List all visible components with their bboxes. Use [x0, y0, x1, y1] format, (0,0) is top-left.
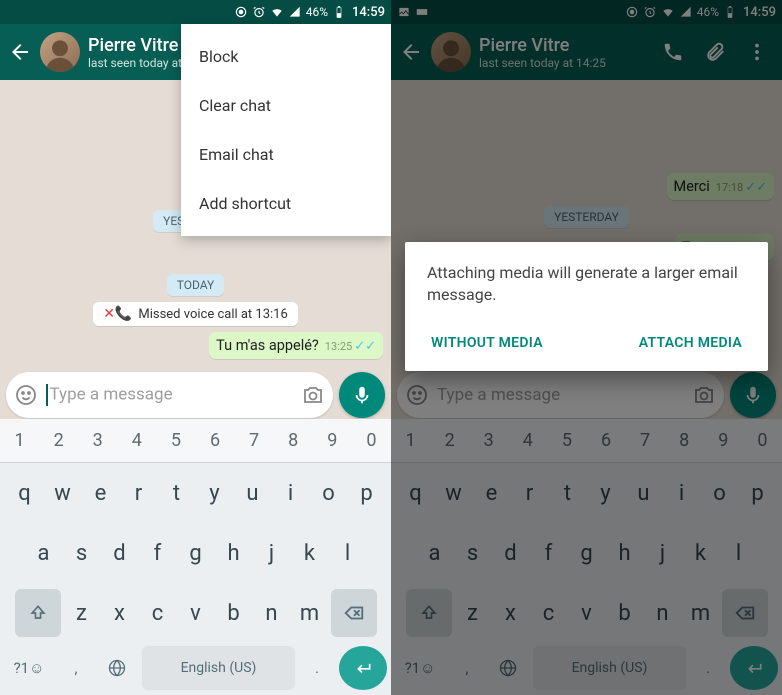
number-key[interactable]: 7	[235, 419, 274, 462]
comma-key[interactable]: ,	[60, 646, 92, 690]
shift-key[interactable]	[15, 589, 61, 637]
letter-key[interactable]: u	[236, 469, 270, 517]
letter-key[interactable]: y	[198, 469, 232, 517]
number-key[interactable]: 1	[0, 419, 39, 462]
letter-key[interactable]: i	[274, 469, 308, 517]
letter-key[interactable]: g	[179, 529, 213, 577]
keyboard-bottom-row: ?1☺ , English (US) .	[0, 643, 391, 695]
emoji-icon[interactable]	[14, 383, 38, 407]
attach-media-button[interactable]: ATTACH MEDIA	[635, 327, 746, 359]
letter-key[interactable]: m	[293, 589, 327, 637]
avatar[interactable]	[40, 32, 80, 72]
status-bar: 46% 14:59	[0, 0, 391, 24]
backspace-key[interactable]	[331, 589, 377, 637]
number-key[interactable]: 5	[156, 419, 195, 462]
number-key[interactable]: 2	[39, 419, 78, 462]
battery-icon	[332, 5, 346, 19]
missed-call-text: Missed voice call at 13:16	[138, 307, 287, 322]
letter-key[interactable]: d	[103, 529, 137, 577]
letter-key[interactable]: c	[141, 589, 175, 637]
keyboard-row-3: zxcvbnm	[0, 583, 391, 643]
dialog-text: Attaching media will generate a larger e…	[427, 262, 746, 305]
phone-left: 46% 14:59 Pierre Vitre last seen today a…	[0, 0, 391, 695]
alarm-icon	[252, 5, 266, 19]
number-key[interactable]: 9	[313, 419, 352, 462]
number-key[interactable]: 8	[274, 419, 313, 462]
number-key[interactable]: 4	[117, 419, 156, 462]
menu-add-shortcut[interactable]: Add shortcut	[181, 179, 391, 228]
letter-key[interactable]: t	[160, 469, 194, 517]
message-input[interactable]: Type a message	[46, 384, 293, 406]
letter-key[interactable]: o	[312, 469, 346, 517]
number-key[interactable]: 0	[352, 419, 391, 462]
symbols-key[interactable]: ?1☺	[4, 646, 54, 690]
letter-key[interactable]: a	[27, 529, 61, 577]
letter-key[interactable]: b	[217, 589, 251, 637]
without-media-button[interactable]: WITHOUT MEDIA	[427, 327, 547, 359]
keyboard-number-row: 1234567890	[0, 419, 391, 463]
mic-button[interactable]	[339, 372, 385, 418]
enter-key[interactable]	[339, 646, 387, 690]
letter-key[interactable]: w	[46, 469, 80, 517]
number-key[interactable]: 3	[78, 419, 117, 462]
letter-key[interactable]: v	[179, 589, 213, 637]
menu-email-chat[interactable]: Email chat	[181, 130, 391, 179]
phone-right: 46% 14:59 Pierre Vitre last seen today a…	[391, 0, 782, 695]
signal-icon	[288, 5, 302, 19]
number-key[interactable]: 6	[195, 419, 234, 462]
message-text: Tu m'as appelé?	[216, 337, 319, 354]
missed-call-icon: ✕📞	[103, 306, 132, 322]
letter-key[interactable]: j	[255, 529, 289, 577]
letter-key[interactable]: p	[350, 469, 384, 517]
read-ticks-icon: ✓✓	[354, 339, 376, 354]
battery-percent: 46%	[306, 5, 328, 19]
period-key[interactable]: .	[301, 646, 333, 690]
menu-block[interactable]: Block	[181, 32, 391, 81]
keyboard: 1234567890 qwertyuiop asdfghjkl zxcvbnm …	[0, 419, 391, 695]
letter-key[interactable]: k	[293, 529, 327, 577]
back-button[interactable]	[8, 40, 32, 64]
message-out[interactable]: Tu m'as appelé? 13:25 ✓✓	[209, 332, 383, 359]
letter-key[interactable]: h	[217, 529, 251, 577]
letter-key[interactable]: l	[331, 529, 365, 577]
keyboard-row-1: qwertyuiop	[0, 463, 391, 523]
globe-key[interactable]	[98, 646, 136, 690]
space-key[interactable]: English (US)	[142, 646, 295, 690]
letter-key[interactable]: q	[8, 469, 42, 517]
camera-icon[interactable]	[301, 383, 325, 407]
email-chat-dialog: Attaching media will generate a larger e…	[405, 242, 768, 371]
clock-text: 14:59	[352, 5, 385, 20]
keyboard-row-2: asdfghjkl	[0, 523, 391, 583]
wifi-icon	[270, 5, 284, 19]
letter-key[interactable]: f	[141, 529, 175, 577]
letter-key[interactable]: r	[122, 469, 156, 517]
message-input-pill[interactable]: Type a message	[6, 372, 333, 418]
letter-key[interactable]: e	[84, 469, 118, 517]
message-time: 13:25	[325, 340, 352, 353]
menu-clear-chat[interactable]: Clear chat	[181, 81, 391, 130]
letter-key[interactable]: s	[65, 529, 99, 577]
chromecast-icon	[234, 5, 248, 19]
letter-key[interactable]: n	[255, 589, 289, 637]
letter-key[interactable]: x	[103, 589, 137, 637]
overflow-menu: Block Clear chat Email chat Add shortcut	[181, 24, 391, 236]
date-chip-today: TODAY	[167, 274, 225, 296]
input-bar: Type a message	[6, 371, 385, 419]
missed-call-bubble[interactable]: ✕📞 Missed voice call at 13:16	[93, 302, 298, 326]
letter-key[interactable]: z	[65, 589, 99, 637]
